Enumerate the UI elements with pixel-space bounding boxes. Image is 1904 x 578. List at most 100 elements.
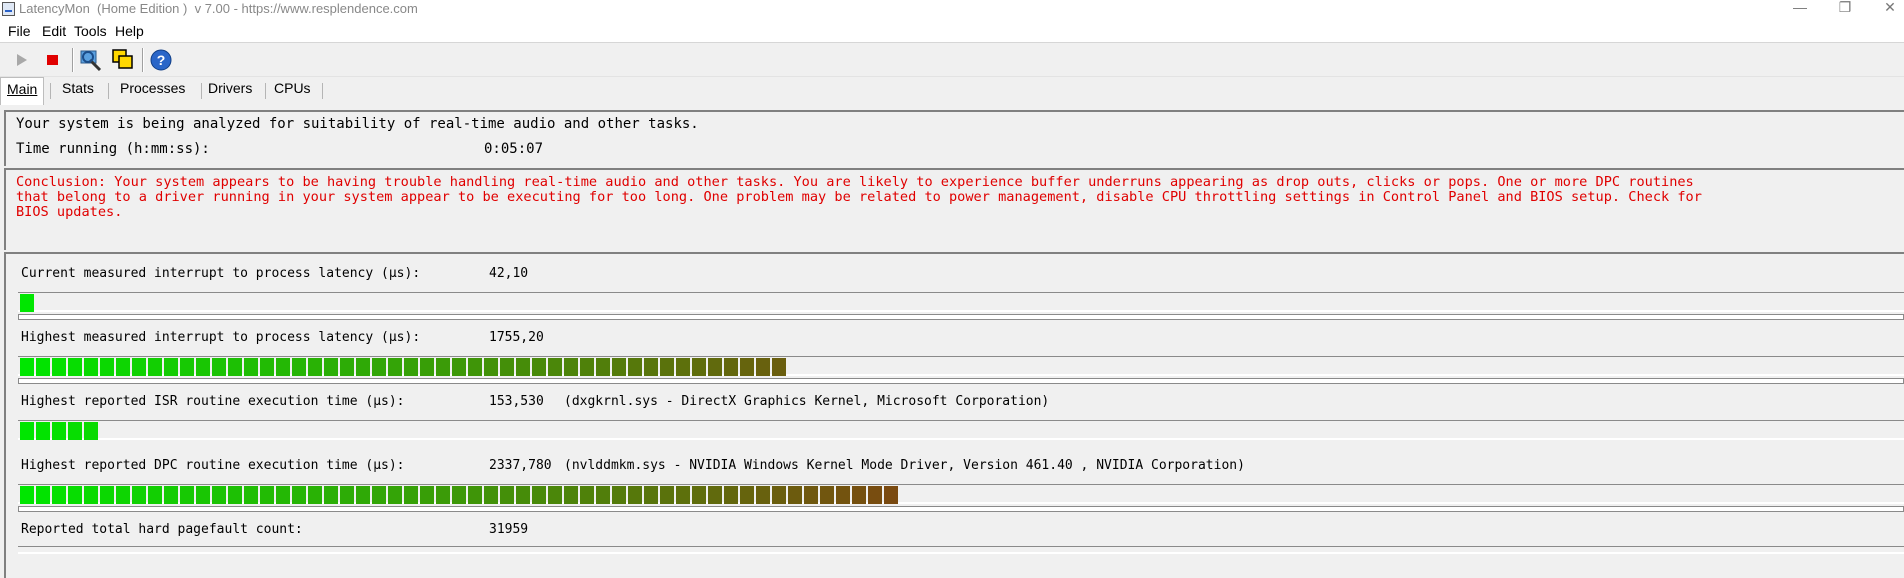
meter-segment [644,358,658,376]
meter-segment [580,486,594,504]
title-bar: LatencyMon (Home Edition ) v 7.00 - http… [0,0,1904,20]
help-icon[interactable]: ? [148,47,174,73]
isr-meter [18,420,1904,440]
meter-segment [532,358,546,376]
tab-cpus[interactable]: CPUs [268,77,317,103]
driver-info-icon[interactable] [78,47,104,73]
meter-segment [212,358,226,376]
meter-segment [372,486,386,504]
meter-segment [516,358,530,376]
conclusion-line-3: BIOS updates. [16,204,123,220]
meter-segment [708,358,722,376]
restore-button[interactable]: ❐ [1830,0,1860,20]
meter-fill [20,294,36,312]
meter-segment [180,358,194,376]
meter-segment [660,358,674,376]
meter-segment [308,486,322,504]
meter-segment [436,358,450,376]
meter-segment [228,486,242,504]
window-icon[interactable] [110,47,136,73]
status-panel: Your system is being analyzed for suitab… [4,110,1904,166]
meter-segment [68,358,82,376]
meter-segment [52,358,66,376]
metric-label: Highest reported ISR routine execution t… [21,394,405,409]
meter-segment [740,358,754,376]
meter-segment [292,358,306,376]
toolbar: ? [0,42,1904,77]
meter-segment [20,422,34,440]
meter-segment [100,358,114,376]
meter-segment [756,486,770,504]
svg-text:?: ? [157,52,166,68]
menu-edit[interactable]: Edit [42,22,66,40]
metric-value: 31959 [489,522,529,537]
meter-segment [404,358,418,376]
meter-segment [676,358,690,376]
meter-segment [564,486,578,504]
meter-segment [308,358,322,376]
meter-segment [212,486,226,504]
metric-value: 1755,20 [489,330,544,345]
menu-tools[interactable]: Tools [74,22,107,40]
meter-segment [484,358,498,376]
metric-value: 2337,780 [489,458,552,473]
menu-help[interactable]: Help [115,22,144,40]
meter-segment [84,486,98,504]
meter-segment [244,486,258,504]
meter-segment [500,358,514,376]
meter-segment [660,486,674,504]
meter-segment [772,358,786,376]
close-button[interactable]: ✕ [1875,0,1904,20]
meter-segment [196,358,210,376]
meter-segment [340,358,354,376]
meter-segment [324,486,338,504]
meter-segment [420,358,434,376]
metric-value: 153,530 [489,394,544,409]
tab-stats[interactable]: Stats [56,77,100,103]
meter-segment [708,486,722,504]
tab-separator [322,83,323,99]
meter-segment [548,486,562,504]
meter-segment [100,486,114,504]
menu-bar: File Edit Tools Help [0,20,1904,42]
metrics-panel: Current measured interrupt to process la… [4,252,1904,578]
meter-segment [468,486,482,504]
tab-separator [265,83,266,99]
meter-segment [756,358,770,376]
minimize-button[interactable]: — [1785,0,1815,20]
meter-segment [52,486,66,504]
meter-segment [724,486,738,504]
meter-segment [324,358,338,376]
menu-file[interactable]: File [8,22,31,40]
time-running-label: Time running (h:mm:ss): [16,141,210,157]
meter-baseline [18,314,1904,320]
conclusion-line-1: Conclusion: Your system appears to be ha… [16,174,1694,190]
meter-segment [772,486,786,504]
play-icon[interactable] [9,47,35,73]
meter-segment [580,358,594,376]
meter-segment [340,486,354,504]
meter-segment [484,486,498,504]
conclusion-panel: Conclusion: Your system appears to be ha… [4,168,1904,250]
meter-segment [388,358,402,376]
meter-segment [516,486,530,504]
meter-segment [804,486,818,504]
meter-segment [132,486,146,504]
metric-label: Reported total hard pagefault count: [21,522,303,537]
tab-separator [50,83,51,99]
meter-segment [68,486,82,504]
tab-processes[interactable]: Processes [114,77,191,103]
meter-segment [852,486,866,504]
meter-segment [868,486,882,504]
meter-segment [244,358,258,376]
meter-segment [36,358,50,376]
meter-segment [116,358,130,376]
meter-segment [164,486,178,504]
stop-icon[interactable] [40,47,66,73]
meter-segment [468,358,482,376]
tab-main[interactable]: Main [0,77,45,105]
tab-drivers[interactable]: Drivers [202,77,258,103]
meter-segment [180,486,194,504]
toolbar-separator [72,48,73,72]
meter-segment [36,422,50,440]
